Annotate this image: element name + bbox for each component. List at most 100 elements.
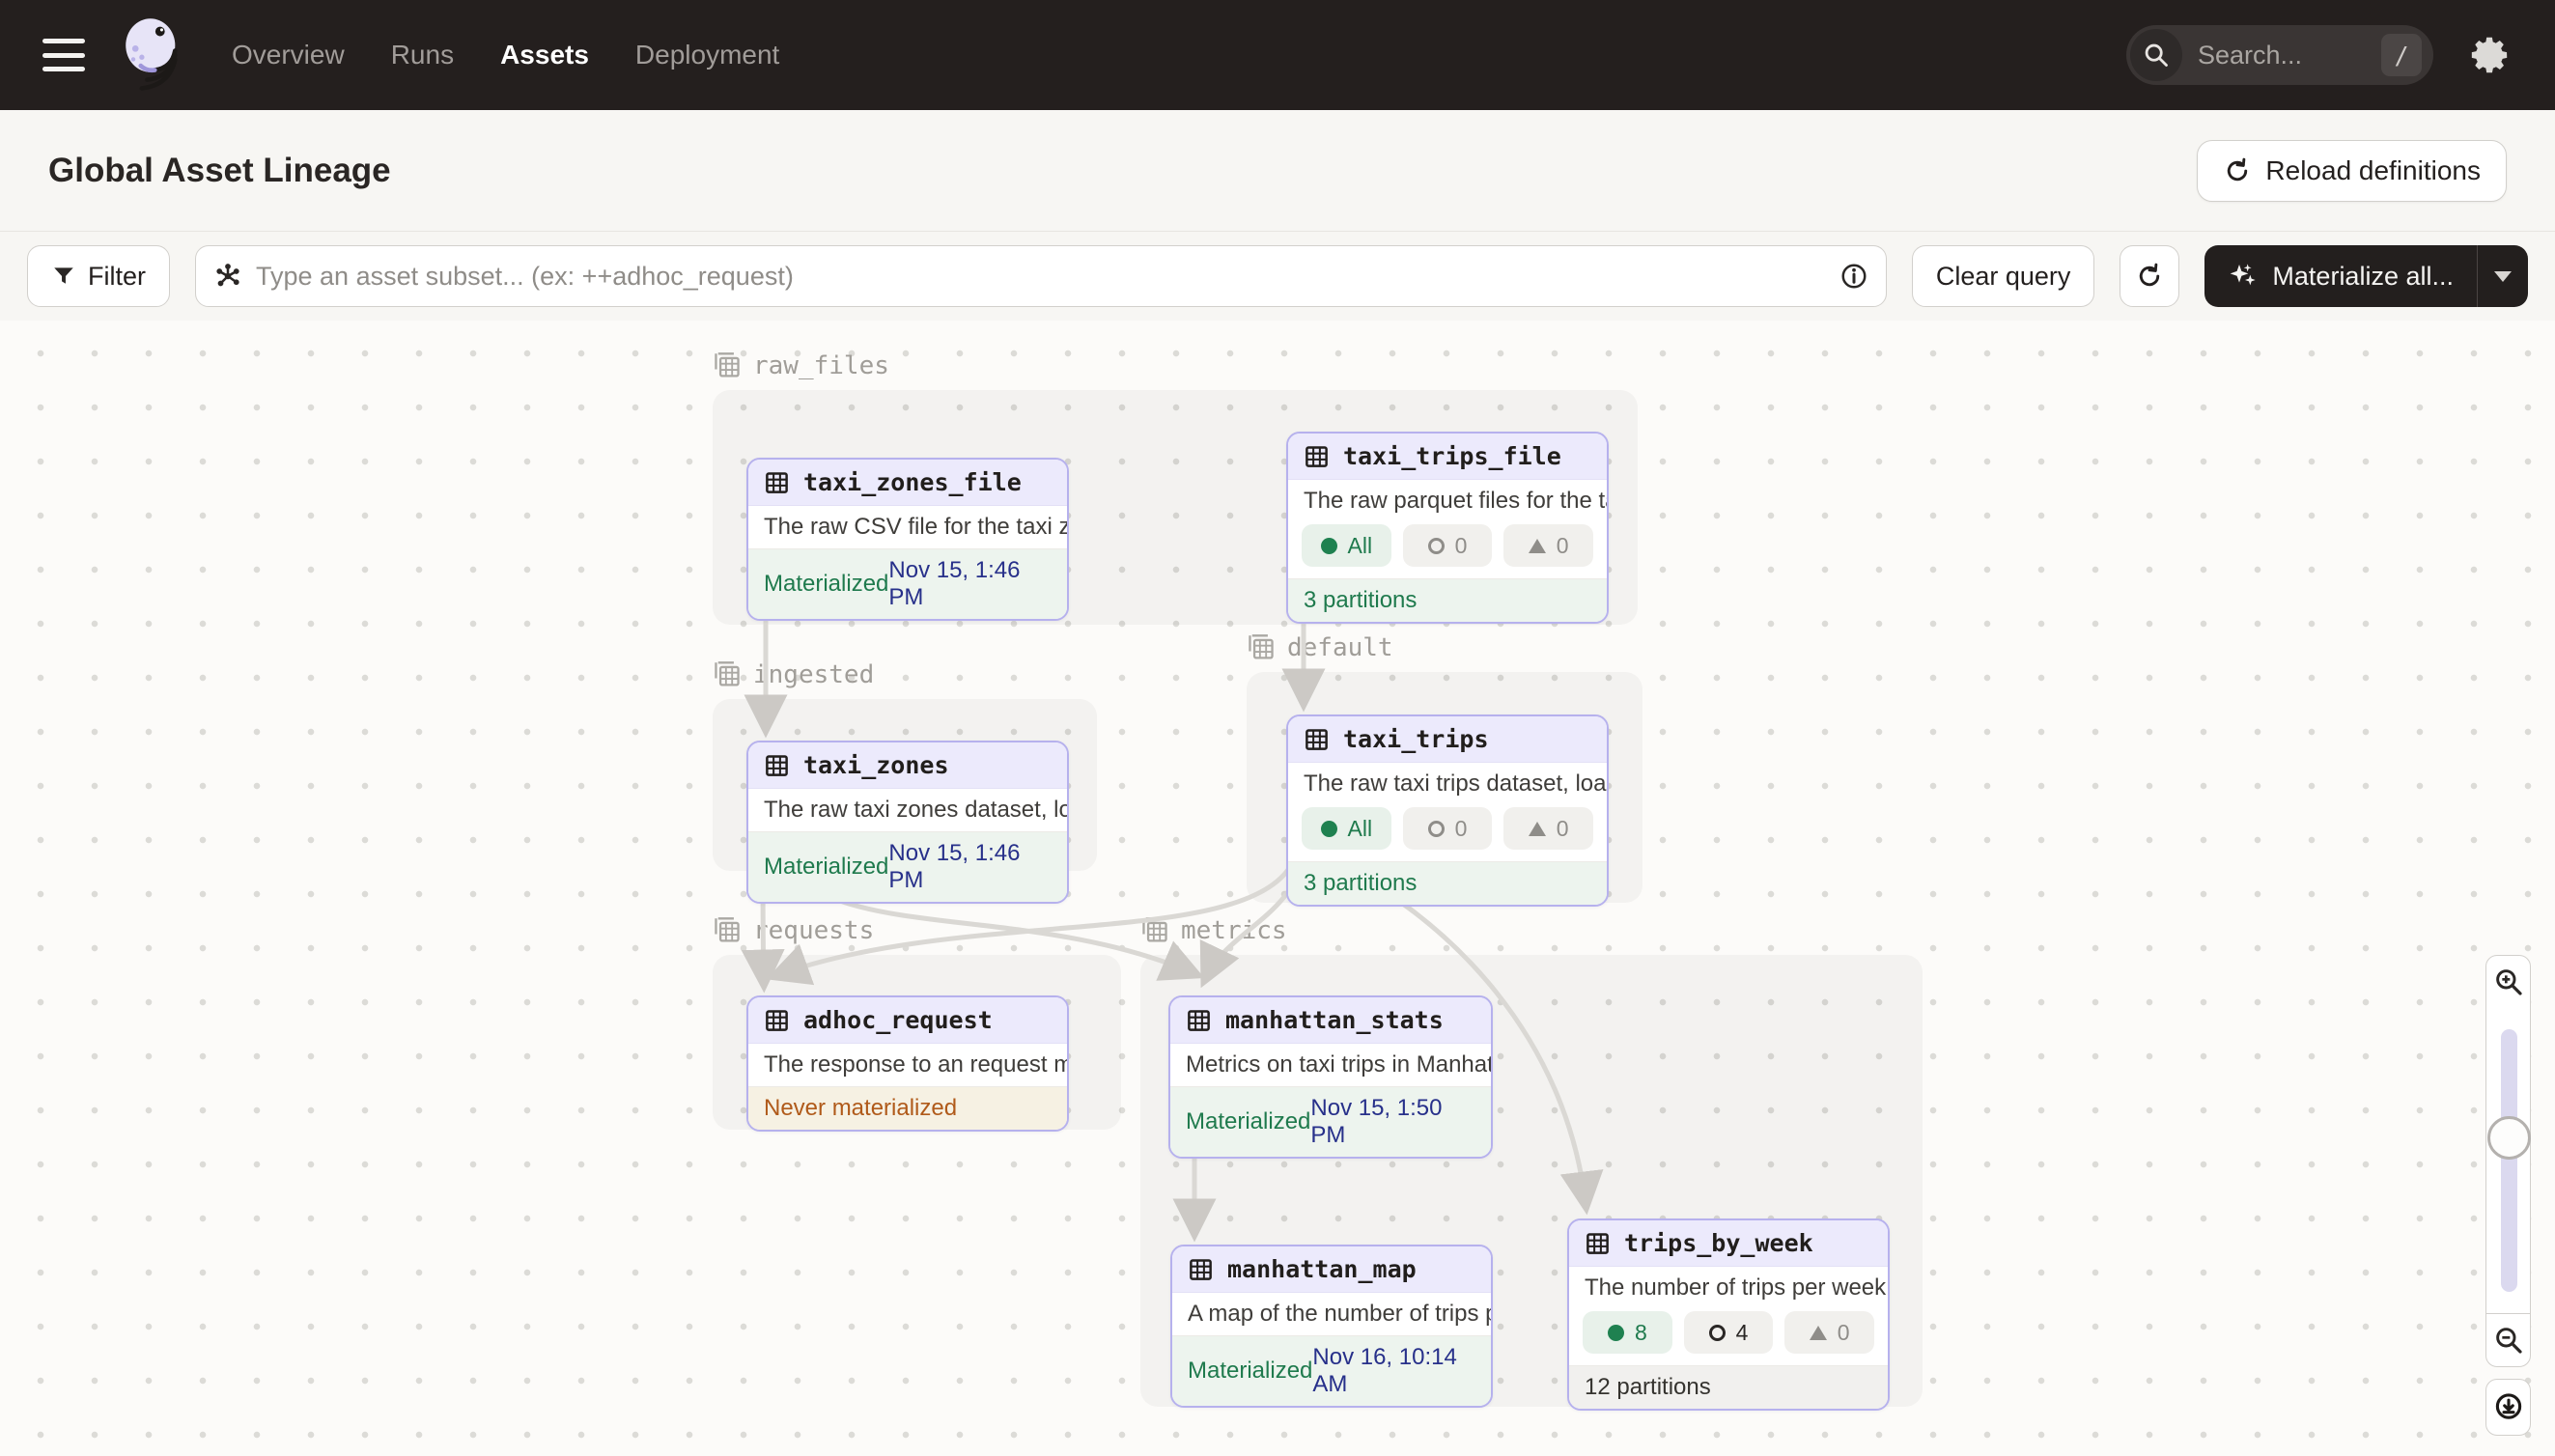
asset-node-taxi_trips[interactable]: taxi_trips The raw taxi trips dataset, lo… <box>1286 714 1609 907</box>
materialized-status: Materialized <box>764 571 888 598</box>
partition-pill-value: 4 <box>1736 1320 1749 1346</box>
materialized-dot-icon <box>1608 1325 1624 1341</box>
asset-node-adhoc_request[interactable]: adhoc_requestThe response to an request … <box>746 995 1069 1132</box>
refresh-graph-button[interactable] <box>2120 245 2179 307</box>
asset-node-header[interactable]: manhattan_map <box>1172 1246 1491 1293</box>
partition-pill[interactable]: 0 <box>1403 807 1493 850</box>
table-icon <box>1304 726 1330 752</box>
asset-node-header[interactable]: taxi_trips_file <box>1288 434 1607 480</box>
materialize-all-button[interactable]: Materialize all... <box>2204 245 2528 307</box>
stale-triangle-icon <box>1529 822 1546 836</box>
nav-deployment[interactable]: Deployment <box>635 40 779 70</box>
asset-node-header[interactable]: manhattan_stats <box>1170 997 1491 1044</box>
info-icon[interactable] <box>1839 262 1868 291</box>
asset-description: The raw taxi zones dataset, loaded int..… <box>748 789 1067 831</box>
asset-node-header[interactable]: trips_by_week <box>1569 1220 1888 1267</box>
partition-pill[interactable]: 4 <box>1684 1311 1774 1354</box>
status-label: 3 partitions <box>1304 870 1417 897</box>
materialize-all-main[interactable]: Materialize all... <box>2204 245 2477 307</box>
asset-node-taxi_zones_file[interactable]: taxi_zones_fileThe raw CSV file for the … <box>746 458 1069 621</box>
menu-icon[interactable] <box>42 39 85 71</box>
asset-name: taxi_zones <box>803 751 949 779</box>
page-title: Global Asset Lineage <box>48 152 391 190</box>
asset-description: Metrics on taxi trips in Manhattan <box>1170 1044 1491 1086</box>
partition-pill-value: 0 <box>1557 816 1569 842</box>
materialized-timestamp[interactable]: Nov 15, 1:46 PM <box>888 840 1052 894</box>
materialized-timestamp[interactable]: Nov 16, 10:14 AM <box>1312 1344 1475 1398</box>
materialized-timestamp[interactable]: Nov 15, 1:50 PM <box>1310 1095 1475 1149</box>
partition-pill-value: 0 <box>1455 533 1468 559</box>
zoom-slider-handle[interactable] <box>2487 1116 2531 1160</box>
filter-label: Filter <box>88 262 146 292</box>
search-input[interactable]: Search... / <box>2126 25 2433 85</box>
filter-button[interactable]: Filter <box>27 245 170 307</box>
reload-definitions-button[interactable]: Reload definitions <box>2197 140 2507 202</box>
materialize-all-label: Materialize all... <box>2272 262 2454 292</box>
failed-ring-icon <box>1428 821 1445 837</box>
materialized-timestamp[interactable]: Nov 15, 1:46 PM <box>888 557 1052 611</box>
partition-pill[interactable]: All <box>1302 524 1391 567</box>
partition-pill[interactable]: 0 <box>1784 1311 1874 1354</box>
lineage-canvas[interactable]: raw_files ingested default requests metr… <box>0 321 2555 1456</box>
table-icon <box>1585 1230 1611 1256</box>
asset-name: taxi_trips_file <box>1343 442 1561 470</box>
asset-graph-icon <box>213 262 242 291</box>
asset-status-footer: Never materialized <box>748 1086 1067 1130</box>
asset-query-input-wrap <box>195 245 1887 307</box>
asset-status-footer: 3 partitions <box>1288 861 1607 905</box>
partition-pill[interactable]: 8 <box>1583 1311 1672 1354</box>
partition-pill-value: 8 <box>1635 1320 1647 1346</box>
zoom-out-button[interactable] <box>2485 1313 2531 1367</box>
asset-node-taxi_trips_file[interactable]: taxi_trips_file The raw parquet files for… <box>1286 432 1609 624</box>
asset-description: The number of trips per week, aggreg... <box>1569 1267 1888 1309</box>
asset-node-header[interactable]: adhoc_request <box>748 997 1067 1044</box>
asset-name: taxi_trips <box>1343 725 1489 753</box>
asset-name: manhattan_stats <box>1225 1006 1444 1034</box>
asset-name: taxi_zones_file <box>803 468 1022 496</box>
download-icon <box>2492 1391 2525 1424</box>
materialized-dot-icon <box>1321 821 1337 837</box>
partition-pill[interactable]: 0 <box>1403 524 1493 567</box>
asset-name: manhattan_map <box>1227 1255 1417 1283</box>
partition-pill[interactable]: 0 <box>1503 807 1593 850</box>
asset-status-footer: 3 partitions <box>1288 578 1607 622</box>
partition-pill[interactable]: All <box>1302 807 1391 850</box>
nav-overview[interactable]: Overview <box>232 40 345 70</box>
nav-assets[interactable]: Assets <box>500 40 589 70</box>
failed-ring-icon <box>1709 1325 1726 1341</box>
refresh-icon <box>2135 262 2164 291</box>
nav-runs[interactable]: Runs <box>391 40 454 70</box>
table-icon <box>764 469 790 495</box>
asset-subset-query-input[interactable] <box>256 262 1826 292</box>
settings-gear-icon[interactable] <box>2468 33 2513 77</box>
asset-status-footer: Materialized Nov 16, 10:14 AM <box>1172 1335 1491 1406</box>
status-label: 12 partitions <box>1585 1374 1711 1401</box>
search-shortcut-badge: / <box>2381 34 2422 76</box>
status-label: Never materialized <box>764 1095 957 1122</box>
page-header: Global Asset Lineage Reload definitions <box>0 110 2555 232</box>
asset-status-footer: Materialized Nov 15, 1:46 PM <box>748 548 1067 619</box>
asset-node-header[interactable]: taxi_zones_file <box>748 460 1067 506</box>
asset-node-manhattan_map[interactable]: manhattan_mapA map of the number of trip… <box>1170 1245 1493 1408</box>
partition-pill-value: 0 <box>1838 1320 1850 1346</box>
top-navigation-bar: Overview Runs Assets Deployment Search..… <box>0 0 2555 110</box>
asset-node-header[interactable]: taxi_trips <box>1288 716 1607 763</box>
clear-query-button[interactable]: Clear query <box>1912 245 2095 307</box>
partition-status-pills: All 0 0 <box>1288 805 1607 861</box>
chevron-down-icon <box>2494 271 2512 282</box>
asset-description: The raw taxi trips dataset, loaded into … <box>1288 763 1607 805</box>
partition-pill[interactable]: 0 <box>1503 524 1593 567</box>
asset-node-taxi_zones[interactable]: taxi_zones The raw taxi zones dataset, lo… <box>746 741 1069 904</box>
asset-description: The raw parquet files for the taxi trips… <box>1288 480 1607 522</box>
partition-pill-value: 0 <box>1557 533 1569 559</box>
zoom-slider <box>2485 1008 2531 1313</box>
table-icon <box>1188 1256 1214 1282</box>
download-image-button[interactable] <box>2485 1379 2531 1436</box>
asset-node-header[interactable]: taxi_zones <box>748 742 1067 789</box>
asset-node-trips_by_week[interactable]: trips_by_weekThe number of trips per wee… <box>1567 1218 1890 1411</box>
materialize-options-caret[interactable] <box>2478 245 2528 307</box>
zoom-slider-track[interactable] <box>2501 1029 2517 1292</box>
zoom-in-button[interactable] <box>2485 955 2531 1009</box>
asset-node-manhattan_stats[interactable]: manhattan_stats Metrics on taxi trips in … <box>1168 995 1493 1159</box>
asset-status-footer: Materialized Nov 15, 1:46 PM <box>748 831 1067 902</box>
